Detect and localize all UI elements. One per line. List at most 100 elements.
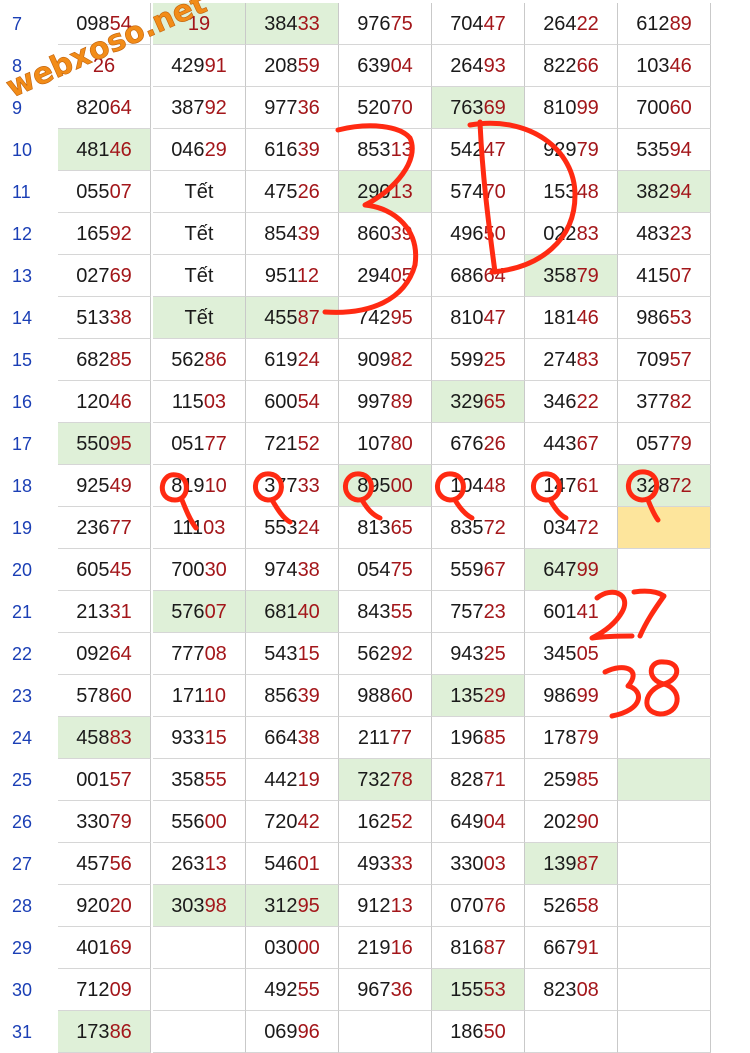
result-last-two: 39 [297, 223, 320, 245]
table-row: 26 33079 55600 72042 16252 64904 20290 [0, 801, 750, 843]
result-cell: 20859 [246, 45, 339, 87]
table-row: 23 57860 17110 85639 98860 13529 98699 [0, 675, 750, 717]
result-prefix: 358 [543, 265, 577, 287]
result-cell [618, 801, 711, 843]
result-prefix: 415 [636, 265, 670, 287]
result-cell: 71209 [58, 969, 151, 1011]
result-prefix: 165 [76, 223, 110, 245]
result-cell: 21177 [339, 717, 432, 759]
result-last-two: 31 [109, 601, 132, 623]
result-last-two: 76 [483, 895, 506, 917]
result-cell: 12046 [58, 381, 151, 423]
result-cell: 17386 [58, 1011, 151, 1053]
result-cell: 96736 [339, 969, 432, 1011]
result-prefix: 022 [543, 223, 577, 245]
result-last-two: 70 [483, 181, 506, 203]
result-cell: 81687 [432, 927, 525, 969]
result-last-two: 39 [297, 685, 320, 707]
result-prefix: 103 [636, 55, 670, 77]
result-cell: 06996 [246, 1011, 339, 1053]
result-prefix: 599 [450, 349, 484, 371]
result-prefix: 401 [76, 937, 110, 959]
result-last-two: 87 [483, 937, 506, 959]
result-last-two: 98 [204, 895, 227, 917]
result-cell: 60141 [525, 591, 618, 633]
result-prefix: 173 [76, 1021, 110, 1043]
result-prefix: 520 [357, 97, 391, 119]
result-last-two: 60 [390, 685, 413, 707]
result-cell: 55324 [246, 507, 339, 549]
result-last-two: 64 [483, 265, 506, 287]
result-prefix: 682 [76, 349, 110, 371]
result-cell: 75723 [432, 591, 525, 633]
result-cell: 77708 [153, 633, 246, 675]
result-cell: 05779 [618, 423, 711, 465]
result-prefix: 153 [543, 181, 577, 203]
result-last-two: 07 [669, 265, 692, 287]
result-prefix: 196 [450, 727, 484, 749]
result-cell: 52658 [525, 885, 618, 927]
result-cell: 27483 [525, 339, 618, 381]
table-row: 18 92549 81910 37733 89500 10448 14761 32872 [0, 465, 750, 507]
result-cell: 44219 [246, 759, 339, 801]
result-last-two: 79 [576, 139, 599, 161]
result-cell: 70957 [618, 339, 711, 381]
result-prefix: 912 [357, 895, 391, 917]
result-last-two: 24 [297, 517, 320, 539]
row-day-number: 15 [12, 350, 33, 370]
result-cell: 32965 [432, 381, 525, 423]
result-cell: 17879 [525, 717, 618, 759]
result-last-two: 41 [576, 601, 599, 623]
result-cell [525, 1011, 618, 1053]
result-prefix: 382 [636, 181, 670, 203]
result-prefix: 929 [543, 139, 577, 161]
result-last-two: 57 [669, 349, 692, 371]
result-last-two: 29 [483, 685, 506, 707]
result-cell: 33003 [432, 843, 525, 885]
result-last-two: 45 [109, 559, 132, 581]
result-last-two: 79 [109, 811, 132, 833]
result-prefix: 853 [357, 139, 391, 161]
result-cell: 20290 [525, 801, 618, 843]
result-last-two: 80 [390, 433, 413, 455]
result-prefix: 664 [264, 727, 298, 749]
result-prefix: 822 [543, 55, 577, 77]
result-cell: 98860 [339, 675, 432, 717]
result-last-two: 95 [297, 895, 320, 917]
row-day-number: 12 [12, 224, 33, 244]
result-cell: 26 [58, 45, 151, 87]
result-last-two: 92 [109, 223, 132, 245]
table-row: 25 00157 35855 44219 73278 82871 25985 [0, 759, 750, 801]
result-prefix: 757 [450, 601, 484, 623]
result-cell: 82871 [432, 759, 525, 801]
result-prefix: 057 [636, 433, 670, 455]
result-last-two: 59 [297, 55, 320, 77]
result-last-two: 08 [204, 643, 227, 665]
result-prefix: 387 [171, 97, 205, 119]
result-cell: 73278 [339, 759, 432, 801]
result-cell: 89500 [339, 465, 432, 507]
result-last-two: 82 [390, 349, 413, 371]
table-row: 17 55095 05177 72152 10780 67626 44367 05779 [0, 423, 750, 465]
table-row: 9 82064 38792 97736 52070 76369 81099 70060 [0, 87, 750, 129]
result-cell: 38433 [246, 3, 339, 45]
result-prefix: 605 [76, 559, 110, 581]
result-last-two: 33 [390, 853, 413, 875]
result-last-two: 42 [297, 811, 320, 833]
result-last-two: 78 [390, 769, 413, 791]
result-cell: 49255 [246, 969, 339, 1011]
result-last-two: 92 [390, 643, 413, 665]
table-row: 28 92020 30398 31295 91213 07076 52658 [0, 885, 750, 927]
result-prefix: 135 [450, 685, 484, 707]
result-cell: 41507 [618, 255, 711, 297]
result-last-two: 03 [203, 517, 226, 539]
row-day-number: 19 [12, 518, 33, 538]
result-prefix: 720 [264, 811, 298, 833]
table-row: 19 23677 11103 55324 81365 83572 03472 [0, 507, 750, 549]
result-cell: 19685 [432, 717, 525, 759]
result-last-two: 83 [109, 727, 132, 749]
result-last-two: 72 [483, 517, 506, 539]
result-prefix: 667 [543, 937, 577, 959]
result-last-two: 33 [297, 475, 320, 497]
result-last-two: 77 [204, 433, 227, 455]
